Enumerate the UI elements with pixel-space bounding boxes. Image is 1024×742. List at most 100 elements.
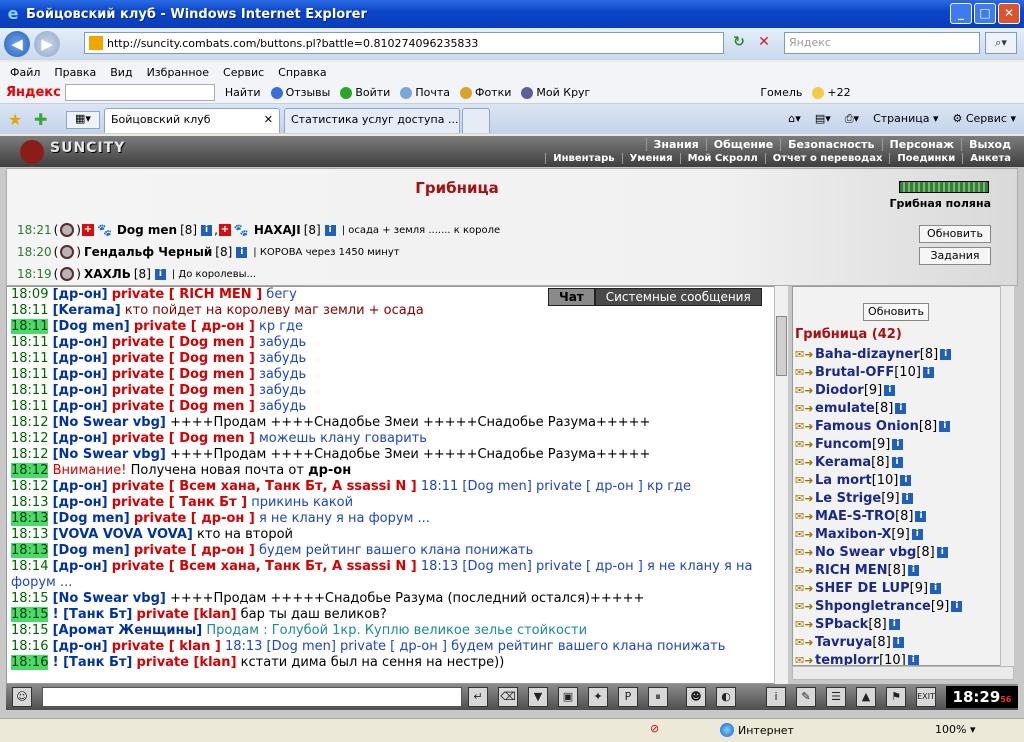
nav-transfer-report[interactable]: Отчет о переводах — [764, 153, 890, 164]
service-menu[interactable]: ⚙ Сервис ▾ — [952, 112, 1016, 126]
yandex-photos[interactable]: Фотки — [459, 86, 511, 99]
chat-private-target[interactable]: private [ RICH MEN ] — [112, 287, 262, 302]
exit-button[interactable]: EXIT — [916, 687, 936, 707]
occupant-name[interactable]: HAXAJI — [254, 223, 301, 237]
player-nick[interactable]: RICH MEN — [815, 563, 888, 578]
chat-private-target[interactable]: private [ Dog men ] — [112, 399, 255, 414]
chat-private-target[interactable]: private [ Dog men ] — [112, 383, 255, 398]
chat-private-target[interactable]: private [klan] — [137, 607, 237, 622]
private-arrow-icon[interactable]: ✉➜ — [795, 384, 815, 397]
chat-user[interactable]: [др-он] — [53, 495, 108, 510]
player-nick[interactable]: emulate — [815, 401, 875, 416]
menu-view[interactable]: Вид — [110, 66, 132, 79]
chat-private-target[interactable]: private [ Всем хана, Танк Бт, A ssassi N… — [112, 559, 417, 574]
chat-time[interactable]: 18:16 — [11, 639, 48, 654]
yandex-find-button[interactable]: Найти — [225, 86, 261, 99]
player-nick[interactable]: No Swear vbg — [815, 545, 916, 560]
chat-private-target[interactable]: private [ Танк Бт ] — [112, 495, 247, 510]
room-refresh-button[interactable]: Обновить — [919, 225, 991, 243]
yandex-mail[interactable]: Почта — [400, 86, 450, 99]
tab-system-messages[interactable]: Системные сообщения — [594, 288, 762, 306]
info-icon[interactable]: i — [940, 348, 952, 360]
player-nick[interactable]: Famous Onion — [815, 419, 919, 434]
chat-user[interactable]: [др-он] — [53, 559, 108, 574]
info-icon[interactable]: i — [884, 384, 896, 396]
info-icon[interactable]: i — [915, 510, 927, 522]
info-icon[interactable]: i — [901, 492, 913, 504]
chat-user[interactable]: [др-он] — [53, 431, 108, 446]
private-arrow-icon[interactable]: ✉➜ — [795, 510, 815, 523]
info-icon[interactable]: i — [888, 618, 900, 630]
info-icon[interactable]: i — [900, 474, 912, 486]
home-icon[interactable]: ⌂▾ — [788, 112, 801, 126]
address-field[interactable]: http://suncity.combats.com/buttons.pl?ba… — [84, 32, 724, 54]
info-icon[interactable]: i — [324, 224, 336, 236]
private-arrow-icon[interactable]: ✉➜ — [795, 474, 815, 487]
chat-user[interactable]: [др-он] — [53, 383, 108, 398]
chat-time[interactable]: 18:13 — [11, 543, 49, 558]
nav-inventory[interactable]: Инвентарь — [545, 153, 621, 164]
chat-time[interactable]: 18:09 — [11, 287, 48, 302]
yandex-circle[interactable]: Мой Круг — [521, 86, 590, 99]
info-action-icon[interactable]: i — [766, 687, 786, 707]
chat-time[interactable]: 18:11 — [11, 367, 48, 382]
nav-security[interactable]: Безопасность — [780, 138, 881, 151]
forward-button[interactable]: ▶ — [34, 31, 60, 57]
weather[interactable]: +22 — [812, 86, 851, 99]
add-favorite-icon[interactable]: ✚ — [34, 110, 47, 129]
chat-time[interactable]: 18:15 — [11, 623, 48, 638]
page-menu[interactable]: Страница ▾ — [873, 112, 938, 126]
tab-fight-club[interactable]: Бойцовский клуб ✕ — [104, 108, 280, 133]
close-tab-icon[interactable]: ✕ — [264, 113, 273, 126]
players-refresh-button[interactable]: Обновить — [863, 303, 929, 321]
chat-private-target[interactable]: private [ др-он ] — [134, 543, 255, 558]
smiles-icon[interactable]: ☺ — [12, 687, 32, 707]
chat-private-target[interactable]: private [ др-он ] — [134, 511, 255, 526]
search-button[interactable]: ⌕▾ — [985, 32, 1017, 54]
translit-icon[interactable]: P — [618, 687, 638, 707]
chat-user[interactable]: ! [Танк Бт] — [53, 655, 133, 670]
nav-exit[interactable]: Выход — [961, 138, 1018, 151]
chat-time[interactable]: 18:11 — [11, 351, 48, 366]
chat-time[interactable]: 18:12 — [11, 463, 49, 478]
chat-user[interactable]: [др-он] — [53, 399, 108, 414]
chat-user[interactable]: [No Swear vbg] — [53, 591, 166, 606]
chat-private-target[interactable]: private [ Dog men ] — [112, 351, 255, 366]
nav-character[interactable]: Персонаж — [881, 138, 962, 151]
chat-time[interactable]: 18:11 — [11, 383, 48, 398]
chat-user[interactable]: [Dog men] — [53, 511, 130, 526]
info-icon[interactable]: i — [907, 564, 919, 576]
player-nick[interactable]: Funcom — [815, 437, 872, 452]
yandex-login[interactable]: Войти — [340, 86, 390, 99]
place-link[interactable]: Грибная поляна — [890, 197, 992, 210]
info-icon[interactable]: i — [236, 246, 248, 258]
menu-favorites[interactable]: Избранное — [147, 66, 209, 79]
chat-scroll-thumb[interactable] — [776, 316, 787, 376]
player-nick[interactable]: Maxibon-X — [815, 527, 891, 542]
player-nick[interactable]: Diodor — [815, 383, 864, 398]
menu-tools[interactable]: Сервис — [223, 66, 264, 79]
chat-private-target[interactable]: private [ klan ] — [112, 639, 221, 654]
chat-time[interactable]: 18:14 — [11, 559, 48, 574]
search-input[interactable]: Яндекс — [784, 32, 980, 54]
info-icon[interactable]: i — [907, 654, 919, 665]
filter-icon[interactable]: ▼ — [528, 687, 548, 707]
chat-time[interactable]: 18:15 — [11, 591, 48, 606]
zoom-level[interactable]: 100% ▾ — [935, 723, 975, 736]
chat-private-target[interactable]: private [ Dog men ] — [112, 367, 255, 382]
player-nick[interactable]: Tavruya — [815, 635, 872, 650]
lock-icon[interactable]: ▲ — [856, 687, 876, 707]
new-tab-button[interactable] — [462, 108, 490, 133]
player-nick[interactable]: MAE-S-TRO — [815, 509, 895, 524]
chat-time[interactable]: 18:16 — [11, 655, 49, 670]
send-icon[interactable]: ↵ — [468, 687, 488, 707]
player-nick[interactable]: La mort — [815, 473, 872, 488]
player-nick[interactable]: SPback — [815, 617, 868, 632]
back-button[interactable]: ◀ — [4, 31, 30, 57]
private-arrow-icon[interactable]: ✉➜ — [795, 420, 815, 433]
private-arrow-icon[interactable]: ✉➜ — [795, 528, 815, 541]
nav-knowledge[interactable]: Знания — [645, 138, 706, 151]
private-arrow-icon[interactable]: ✉➜ — [795, 366, 815, 379]
players-hscrollbar[interactable] — [792, 666, 1014, 680]
private-arrow-icon[interactable]: ✉➜ — [795, 600, 815, 613]
